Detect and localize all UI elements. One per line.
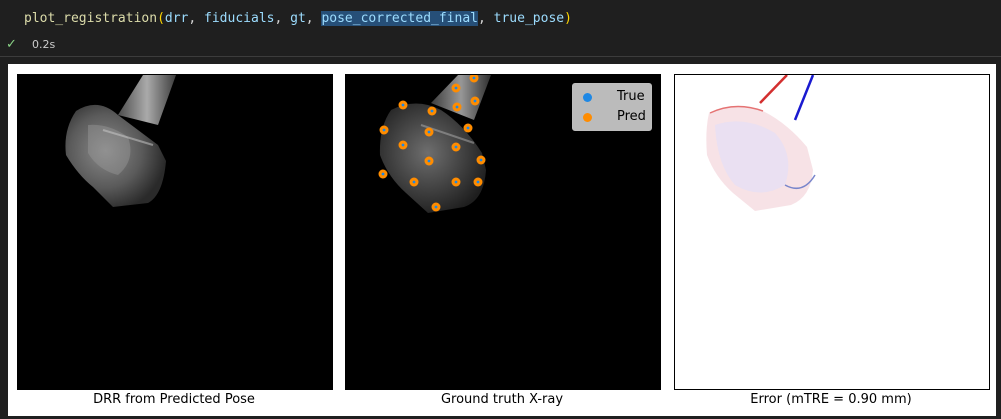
arg-drr: drr <box>164 11 189 26</box>
true-fiducial-point <box>454 180 458 184</box>
true-fiducial-point <box>479 158 483 162</box>
cell-output: DRR from Predicted Pose True Pred Ground… <box>8 64 996 416</box>
plot-legend: True Pred <box>572 83 652 131</box>
true-marker-icon <box>583 93 592 102</box>
function-name: plot_registration <box>24 11 158 26</box>
true-fiducial-point <box>473 99 477 103</box>
true-fiducial-point <box>454 145 458 149</box>
cell-status-bar: ✓ 0.2s <box>0 36 1001 55</box>
true-fiducial-point <box>412 180 416 184</box>
true-fiducial-point <box>427 159 431 163</box>
arg-true-pose: true_pose <box>493 11 565 26</box>
true-fiducial-point <box>430 109 434 113</box>
arg-gt: gt <box>290 11 306 26</box>
true-fiducial-point <box>454 86 458 90</box>
true-fiducial-point <box>476 180 480 184</box>
ground-truth-caption: Ground truth X-ray <box>440 392 564 407</box>
true-fiducial-point <box>466 126 470 130</box>
drr-bone-render <box>65 75 176 207</box>
true-fiducial-point <box>434 205 438 209</box>
code-cell-input[interactable]: plot_registration(drr, fiducials, gt, po… <box>0 0 1001 36</box>
drr-image <box>17 74 333 390</box>
execution-time: 0.2s <box>32 38 56 51</box>
cell-divider <box>0 56 1001 57</box>
error-image <box>674 74 990 390</box>
true-fiducial-point <box>401 103 405 107</box>
true-fiducial-point <box>382 128 386 132</box>
true-fiducial-point <box>472 76 476 80</box>
true-fiducial-point <box>381 172 385 176</box>
true-fiducial-point <box>427 130 431 134</box>
legend-label-pred: Pred <box>617 109 646 124</box>
true-fiducial-point <box>401 143 405 147</box>
legend-item-true: True <box>581 88 651 106</box>
drr-caption: DRR from Predicted Pose <box>93 392 255 407</box>
code-line[interactable]: plot_registration(drr, fiducials, gt, po… <box>24 11 572 26</box>
arg-fiducials: fiducials <box>204 11 275 26</box>
legend-item-pred: Pred <box>581 108 651 126</box>
error-heatmap-render <box>706 75 816 211</box>
error-caption: Error (mTRE = 0.90 mm) <box>750 392 912 407</box>
legend-label-true: True <box>617 89 645 104</box>
true-fiducial-point <box>455 105 459 109</box>
arg-pose-corrected-final: pose_corrected_final <box>321 11 478 26</box>
checkmark-icon: ✓ <box>6 37 17 52</box>
ground-truth-image: True Pred <box>345 74 661 390</box>
pred-marker-icon <box>583 113 592 122</box>
